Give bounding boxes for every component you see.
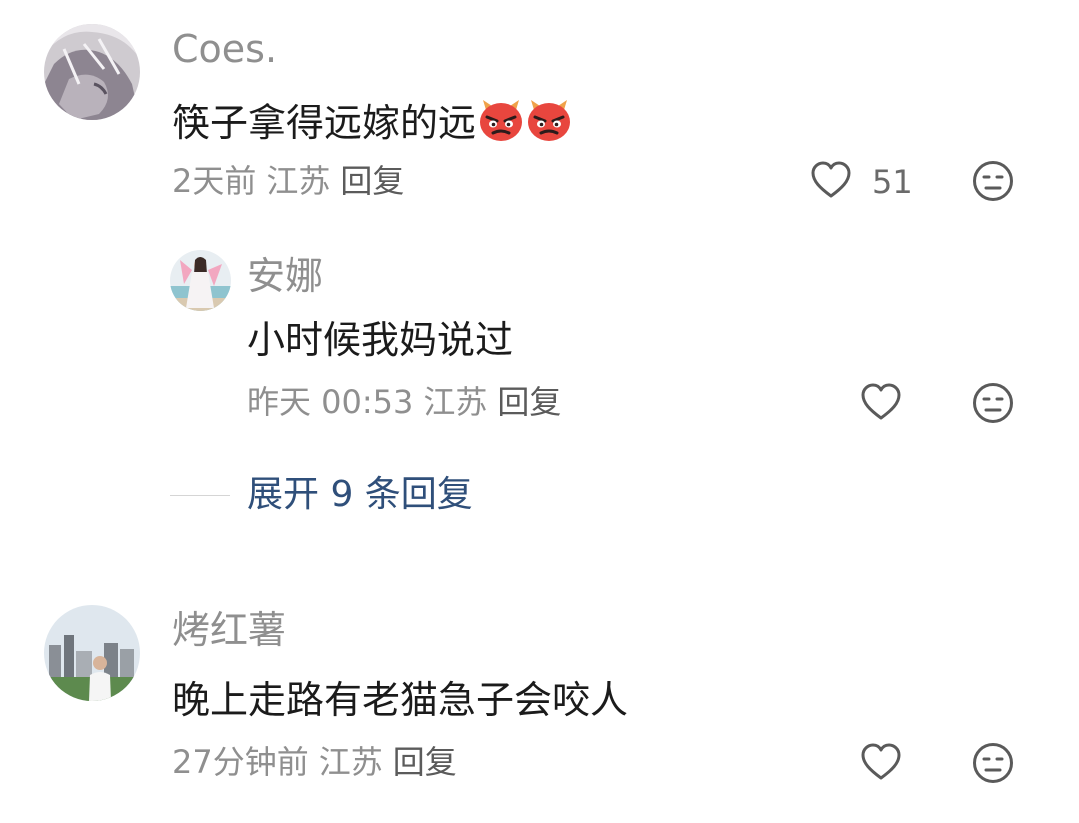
like-button[interactable] [860,742,902,786]
avatar[interactable] [44,605,140,701]
comment-text: 筷子拿得远嫁的远 [172,101,477,145]
avatar[interactable] [44,24,140,120]
comment-content: 筷子拿得远嫁的远 [172,98,572,148]
heart-outline-icon [860,742,902,786]
like-count: 51 [872,163,913,201]
heart-outline-icon [810,160,852,204]
reply-button[interactable]: 回复 [340,162,404,200]
like-button[interactable]: 51 [810,160,913,204]
dislike-button[interactable] [972,382,1014,428]
comment-content: 晚上走路有老猫急子会咬人 [172,681,628,719]
reply-button[interactable]: 回复 [393,743,457,781]
dislike-button[interactable] [972,160,1014,206]
comment-location: 江苏 [318,743,383,781]
meh-face-icon [972,383,1014,428]
dislike-button[interactable] [972,742,1014,788]
comment-time: 2天前 [172,162,257,200]
comment-time: 27分钟前 [172,743,309,781]
comment-meta: 27分钟前 江苏 回复 [172,746,457,778]
avatar[interactable] [170,250,231,311]
comment-username[interactable]: 烤红薯 [172,611,286,649]
comment-text: 晚上走路有老猫急子会咬人 [172,678,629,722]
heart-outline-icon [860,382,902,426]
angry-devil-emoji [478,98,524,148]
reply-button[interactable]: 回复 [497,383,561,421]
reply-text: 小时候我妈说过 [247,318,514,362]
comment-username[interactable]: Coes. [172,30,277,68]
reply-content: 小时候我妈说过 [247,321,513,359]
meh-face-icon [972,161,1014,206]
like-button[interactable] [860,382,902,426]
expand-divider [170,495,230,496]
comment-location: 江苏 [266,162,331,200]
reply-time: 昨天 00:53 [247,383,414,421]
angry-devil-emoji [526,98,572,148]
expand-replies-button[interactable]: 展开 9 条回复 [247,477,473,513]
meh-face-icon [972,743,1014,788]
reply-location: 江苏 [423,383,488,421]
reply-username[interactable]: 安娜 [247,257,323,295]
comment-meta: 2天前 江苏 回复 [172,165,404,197]
reply-meta: 昨天 00:53 江苏 回复 [247,386,561,418]
